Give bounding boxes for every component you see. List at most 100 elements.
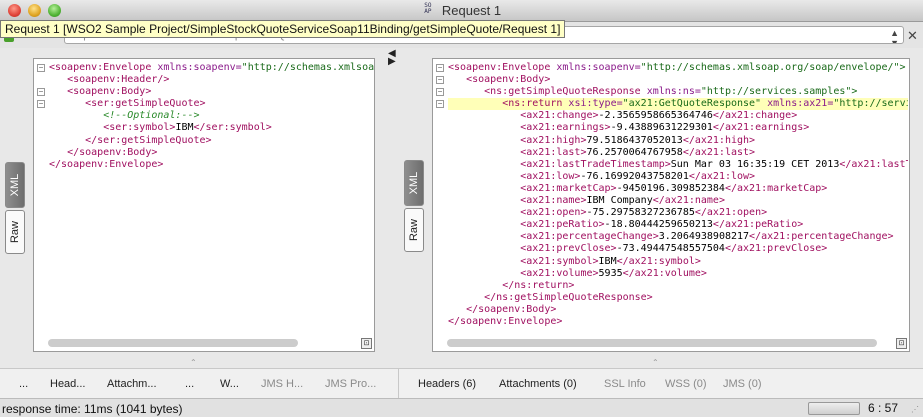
request-tab-attachments[interactable]: Attachm... — [107, 378, 157, 390]
response-xml-tab[interactable]: XML — [404, 160, 424, 206]
code-token: xsi:type= — [568, 98, 623, 110]
request-tab-jms-headers[interactable]: JMS H... — [261, 378, 303, 390]
code-token: 3.2064938908217 — [658, 231, 750, 243]
code-line[interactable]: </soapenv:Body> — [49, 147, 374, 159]
code-token: </soapenv:Envelope> — [49, 158, 164, 170]
code-line[interactable]: <ax21:open>-75.29758327236785</ax21:open… — [448, 207, 908, 219]
code-token: <ax21:low> — [520, 170, 581, 182]
code-token: <ser:getSimpleQuote> — [85, 98, 206, 110]
fold-toggle-icon[interactable]: − — [37, 100, 45, 108]
request-horizontal-scrollbar[interactable] — [48, 339, 298, 347]
code-line[interactable]: </soapenv:Body> — [448, 304, 908, 316]
code-line[interactable]: </soapenv:Envelope> — [448, 316, 908, 328]
code-line[interactable]: <ax21:change>-2.3565958665364746</ax21:c… — [448, 110, 908, 122]
code-token: <!--Optional:--> — [103, 110, 200, 122]
response-tab-attachments[interactable]: Attachments (0) — [499, 378, 577, 390]
code-token: </ser:symbol> — [193, 122, 272, 134]
code-line[interactable]: </ns:getSimpleQuoteResponse> — [448, 292, 908, 304]
code-line[interactable]: <soapenv:Header/> — [49, 74, 374, 86]
window-resize-grip-icon[interactable]: ⋰ — [911, 405, 919, 414]
response-xml-content[interactable]: <soapenv:Envelope xmlns:soapenv="http://… — [448, 62, 908, 328]
code-line[interactable]: <ax21:name>IBM Company</ax21:name> — [448, 195, 908, 207]
code-line[interactable]: <soapenv:Body> — [49, 86, 374, 98]
updown-arrows-icon[interactable]: ▲ ▼ — [890, 28, 899, 43]
code-token: -75.29758327236785 — [586, 207, 695, 219]
response-xml-editor[interactable]: − − − − <soapenv:Envelope xmlns:soapenv=… — [432, 58, 910, 352]
request-tab-other[interactable]: ... — [185, 378, 194, 390]
code-token: </ns:return> — [502, 279, 575, 291]
code-line[interactable]: <ax21:peRatio>-18.80444259650213</ax21:p… — [448, 219, 908, 231]
request-tab-headers[interactable]: Head... — [50, 378, 85, 390]
code-line[interactable]: <ax21:lastTradeTimestamp>Sun Mar 03 16:3… — [448, 159, 908, 171]
code-line[interactable]: <ax21:low>-76.16992043758201</ax21:low> — [448, 171, 908, 183]
request-tab-more[interactable]: ... — [19, 378, 28, 390]
code-line[interactable]: <ax21:prevClose>-73.49447548557504</ax21… — [448, 243, 908, 255]
code-line[interactable]: <ax21:last>76.2570064767958</ax21:last> — [448, 147, 908, 159]
code-line[interactable]: <ns:getSimpleQuoteResponse xmlns:ns="htt… — [448, 86, 908, 98]
code-token: </soapenv:Envelope> — [448, 315, 563, 327]
code-line[interactable]: <ax21:marketCap>-9450196.309852384</ax21… — [448, 183, 908, 195]
response-tab-jms[interactable]: JMS (0) — [723, 378, 762, 390]
request-tab-wss[interactable]: W... — [220, 378, 239, 390]
code-token: <soapenv:Envelope — [448, 62, 557, 73]
code-token: "http://services.samples"> — [700, 86, 858, 98]
response-raw-tab[interactable]: Raw — [404, 208, 424, 252]
editor-zoom-icon[interactable]: ⊡ — [896, 338, 907, 349]
title-bar: SO AP Request 1 — [0, 0, 923, 22]
code-line[interactable]: <ax21:percentageChange>3.2064938908217</… — [448, 231, 908, 243]
request-tab-jms-properties[interactable]: JMS Pro... — [325, 378, 376, 390]
code-line[interactable]: <ax21:high>79.5186437052013</ax21:high> — [448, 135, 908, 147]
request-xml-editor[interactable]: − − − <soapenv:Envelope xmlns:soapenv="h… — [33, 58, 375, 352]
code-line[interactable]: <ser:getSimpleQuote> — [49, 98, 374, 110]
code-line[interactable]: <soapenv:Envelope xmlns:soapenv="http://… — [49, 62, 374, 74]
code-line[interactable]: <soapenv:Envelope xmlns:soapenv="http://… — [448, 62, 908, 74]
response-tab-wss[interactable]: WSS (0) — [665, 378, 707, 390]
code-line[interactable]: <soapenv:Body> — [448, 74, 908, 86]
request-raw-tab[interactable]: Raw — [5, 210, 25, 254]
response-tab-headers[interactable]: Headers (6) — [418, 378, 476, 390]
code-line[interactable]: </ns:return> — [448, 280, 908, 292]
fold-toggle-icon[interactable]: − — [436, 76, 444, 84]
code-token: "ax21:GetQuoteResponse" — [622, 98, 768, 110]
code-token: <ax21:peRatio> — [520, 219, 605, 231]
close-editor-icon[interactable]: ✕ — [907, 28, 918, 44]
fold-toggle-icon[interactable]: − — [436, 100, 444, 108]
code-line[interactable]: </soapenv:Envelope> — [49, 159, 374, 171]
response-fold-gutter: − − − − — [433, 59, 447, 339]
request-xml-content[interactable]: <soapenv:Envelope xmlns:soapenv="http://… — [49, 62, 374, 171]
fold-toggle-icon[interactable]: − — [436, 64, 444, 72]
fold-toggle-icon[interactable]: − — [37, 64, 45, 72]
code-line[interactable]: <ax21:volume>5935</ax21:volume> — [448, 268, 908, 280]
editor-zoom-icon[interactable]: ⊡ — [361, 338, 372, 349]
code-token: 5935 — [598, 267, 623, 279]
code-line[interactable]: <ns:return xsi:type="ax21:GetQuoteRespon… — [448, 98, 908, 111]
code-line[interactable]: </ser:getSimpleQuote> — [49, 135, 374, 147]
code-line[interactable]: <ax21:symbol>IBM</ax21:symbol> — [448, 256, 908, 268]
code-line[interactable]: <ser:symbol>IBM</ser:symbol> — [49, 122, 374, 134]
status-bar: response time: 11ms (1041 bytes) 6 : 57 … — [0, 398, 923, 417]
request-xml-tab[interactable]: XML — [5, 162, 25, 208]
splitter-toggle-icon[interactable]: ◀ ▶ — [388, 49, 396, 67]
fold-toggle-icon[interactable]: − — [37, 88, 45, 96]
response-tab-ssl-info[interactable]: SSL Info — [604, 378, 646, 390]
fold-toggle-icon[interactable]: − — [436, 88, 444, 96]
code-line[interactable]: <!--Optional:--> — [49, 110, 374, 122]
code-token: -9450196.309852384 — [616, 182, 725, 194]
code-token: </ax21:prevClose> — [724, 243, 828, 255]
code-line[interactable]: <ax21:earnings>-9.43889631229301</ax21:e… — [448, 122, 908, 134]
code-token: -2.3565958665364746 — [598, 110, 713, 122]
tab-bar-divider — [398, 369, 399, 399]
response-horizontal-scrollbar[interactable] — [447, 339, 877, 347]
